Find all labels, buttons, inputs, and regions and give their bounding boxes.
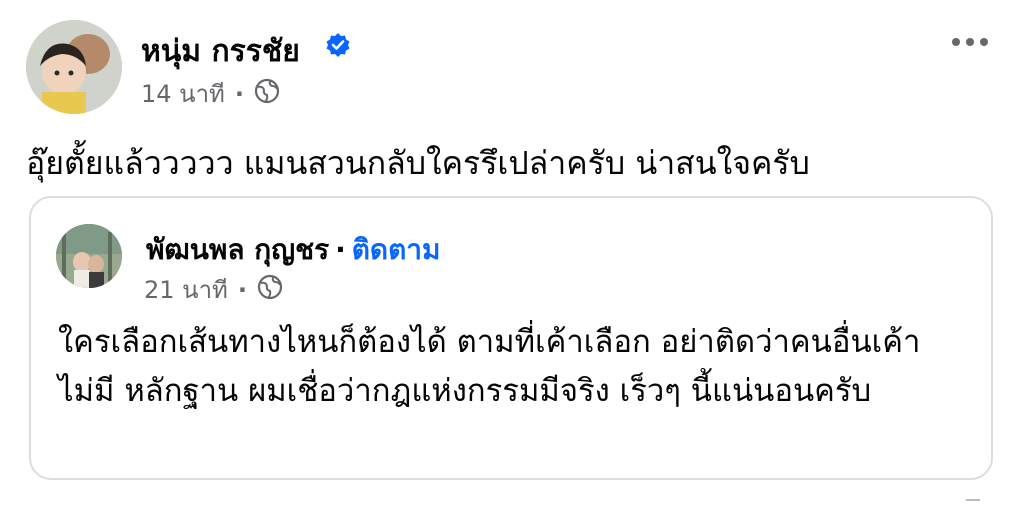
- post-text: อุ๊ยตั้ยแล้ววววว แมนสวนกลับใครรึเปล่าครั…: [26, 144, 810, 182]
- shared-post-meta: 21 นาที ·: [144, 270, 283, 309]
- shared-author-line: พัฒนพล กุญชร · ติดตาม: [146, 228, 440, 272]
- author-avatar[interactable]: [26, 20, 122, 114]
- shared-author-avatar[interactable]: [56, 224, 122, 288]
- shared-post-card[interactable]: พัฒนพล กุญชร · ติดตาม 21 นาที · ใครเลือกเส…: [29, 196, 993, 480]
- author-name[interactable]: หนุ่ม กรรชัย: [141, 28, 300, 75]
- globe-icon[interactable]: [257, 274, 283, 306]
- post-meta: 14 นาที ·: [141, 74, 280, 113]
- shared-post-text: ใครเลือกเส้นทางไหนก็ต้องได้ ตามที่เค้าเล…: [58, 324, 921, 409]
- scroll-indicator: [966, 499, 980, 507]
- meta-separator: ·: [237, 275, 247, 304]
- follow-link[interactable]: ติดตาม: [352, 233, 441, 266]
- follow-separator: ·: [335, 233, 346, 266]
- meta-separator: ·: [234, 79, 244, 108]
- globe-icon[interactable]: [254, 78, 280, 110]
- shared-post-time[interactable]: 21 นาที: [144, 270, 228, 309]
- shared-author-name[interactable]: พัฒนพล กุญชร: [146, 233, 329, 266]
- more-options-icon[interactable]: [952, 38, 988, 46]
- verified-badge-icon: [325, 32, 351, 62]
- post-time[interactable]: 14 นาที: [141, 74, 225, 113]
